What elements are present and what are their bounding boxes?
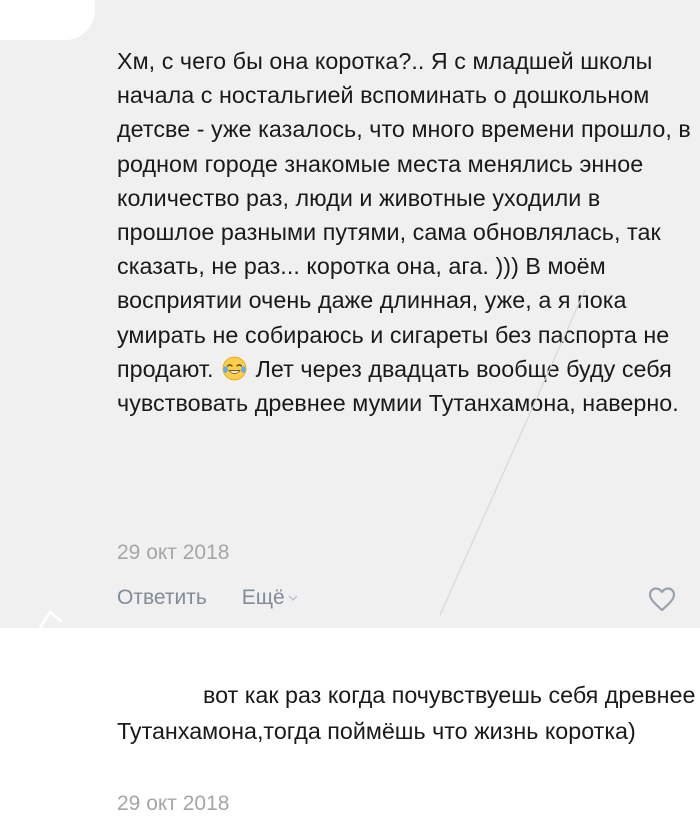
comment-panel: Хм, с чего бы она коротка?.. Я с младшей… [0,0,700,628]
face-with-tears-of-joy-icon [222,356,247,381]
like-heart-icon[interactable] [648,586,676,612]
reply-button[interactable]: Ответить [117,586,207,610]
comment-text-part-1: Хм, с чего бы она коротка?.. Я с младшей… [117,48,691,382]
chevron-down-icon [288,595,298,601]
comment-actions: Ответить Ещё [117,586,298,610]
reply-date: 29 окт 2018 [117,792,230,815]
reply-text: вот как раз когда почувствуешь себя древ… [117,682,696,744]
avatar-redaction [0,0,95,40]
comment-date: 29 окт 2018 [117,541,230,564]
more-button[interactable]: Ещё [242,586,298,610]
comment-text: Хм, с чего бы она коротка?.. Я с младшей… [117,44,692,420]
more-label: Ещё [241,586,285,609]
